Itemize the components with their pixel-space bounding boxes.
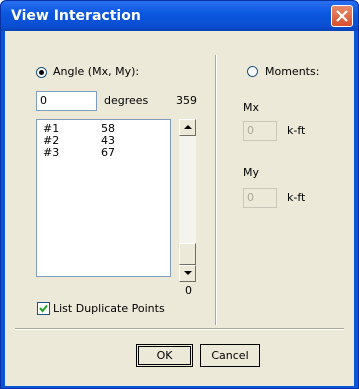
my-input[interactable]: 0 bbox=[243, 188, 277, 208]
horizontal-divider-highlight bbox=[15, 329, 344, 330]
close-button[interactable] bbox=[331, 5, 353, 27]
view-interaction-dialog: View Interaction Angle (Mx, My): 0 degre… bbox=[0, 0, 359, 389]
close-icon bbox=[336, 10, 348, 22]
scroll-down-button[interactable] bbox=[179, 265, 196, 282]
min-angle-label: 0 bbox=[185, 284, 192, 297]
my-label: My bbox=[243, 166, 260, 179]
vertical-divider-highlight bbox=[216, 55, 217, 325]
degrees-input[interactable]: 0 bbox=[36, 91, 97, 111]
arrow-down-icon bbox=[184, 271, 192, 275]
ok-button[interactable]: OK bbox=[136, 344, 193, 367]
moments-radio[interactable] bbox=[247, 66, 258, 77]
dialog-body: Angle (Mx, My): 0 degrees 359 #1 58 #2 4… bbox=[5, 31, 354, 386]
scroll-thumb[interactable] bbox=[179, 243, 196, 265]
point-angle: 67 bbox=[101, 146, 115, 159]
interaction-points-list[interactable]: #1 58 #2 43 #3 67 bbox=[36, 119, 171, 277]
list-item[interactable]: #3 67 bbox=[37, 146, 170, 159]
mx-label: Mx bbox=[243, 101, 260, 114]
scroll-up-button[interactable] bbox=[179, 119, 196, 136]
max-angle-label: 359 bbox=[176, 94, 197, 107]
list-duplicate-label[interactable]: List Duplicate Points bbox=[53, 302, 165, 315]
arrow-up-icon bbox=[184, 125, 192, 129]
angle-radio-label[interactable]: Angle (Mx, My): bbox=[53, 65, 139, 78]
degrees-label: degrees bbox=[104, 94, 149, 107]
list-duplicate-checkbox[interactable] bbox=[37, 302, 50, 315]
angle-radio[interactable] bbox=[36, 67, 47, 78]
window-title: View Interaction bbox=[11, 8, 141, 24]
my-unit-label: k-ft bbox=[287, 191, 306, 204]
mx-input[interactable]: 0 bbox=[243, 121, 277, 141]
point-id: #3 bbox=[43, 146, 60, 159]
moments-radio-label[interactable]: Moments: bbox=[265, 65, 319, 78]
list-item[interactable]: #1 58 bbox=[37, 122, 170, 135]
angle-scrollbar[interactable] bbox=[179, 119, 196, 282]
radio-selected-dot bbox=[39, 70, 44, 75]
cancel-button[interactable]: Cancel bbox=[200, 344, 260, 367]
mx-unit-label: k-ft bbox=[287, 124, 306, 137]
checkmark-icon bbox=[39, 304, 48, 313]
list-item[interactable]: #2 43 bbox=[37, 134, 170, 147]
title-bar[interactable]: View Interaction bbox=[1, 1, 358, 31]
